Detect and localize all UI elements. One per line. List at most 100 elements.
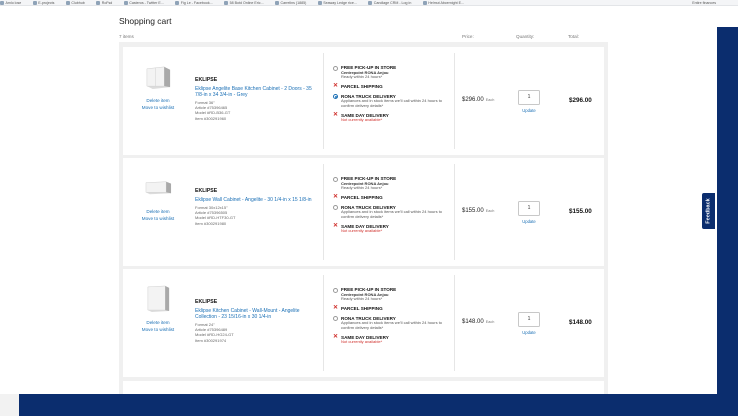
pickup-option[interactable]: FREE PICK-UP IN STORE Centrepoint RONA A…: [331, 176, 456, 191]
quantity-column-header: Quantity:: [516, 34, 535, 39]
bookmark-icon: [175, 1, 180, 5]
bookmark-folder-other[interactable]: Entire finances: [692, 0, 716, 5]
bookmark[interactable]: Clubhub: [65, 0, 85, 5]
parcel-title: PARCEL SHIPPING: [341, 195, 383, 201]
delete-item-link[interactable]: Delete item: [133, 97, 183, 104]
right-frame: [717, 27, 738, 416]
product-name-link[interactable]: Eklipse Kitchen Cabinet - Wall-Mount - A…: [195, 308, 317, 320]
quantity-input[interactable]: 1: [518, 90, 540, 105]
bookmark[interactable]: RoFsd: [96, 0, 112, 5]
feedback-tab[interactable]: Feedback: [702, 193, 715, 229]
bottom-frame: [19, 394, 738, 416]
unavailable-x-icon: ✕: [333, 83, 339, 90]
product-name-link[interactable]: Eklipse Angelite Base Kitchen Cabinet - …: [195, 86, 317, 98]
bookmark[interactable]: Helmut Abcernight E...: [422, 0, 464, 5]
wall-mount-cabinet-image[interactable]: [145, 285, 172, 312]
items-count: 7 items: [119, 34, 134, 39]
parcel-option: ✕ PARCEL SHIPPING: [331, 194, 456, 201]
bookmark-icon: [368, 1, 373, 5]
product-item-number: Item #300291960: [195, 115, 227, 121]
pickup-radio[interactable]: [333, 287, 338, 293]
product-item-number: Item #300291980: [195, 220, 227, 226]
truck-delivery-option[interactable]: RONA TRUCK DELIVERY Appliances and in st…: [331, 94, 456, 109]
move-to-wishlist-link[interactable]: Move to wishlist: [133, 104, 183, 111]
bookmark[interactable]: Amlo lose: [0, 0, 21, 5]
bookmark-icon: [224, 1, 229, 5]
truck-delivery-radio[interactable]: [333, 94, 338, 100]
line-total: $155.00: [569, 208, 592, 215]
pickup-option[interactable]: FREE PICK-UP IN STORE Centrepoint RONA A…: [331, 65, 456, 80]
move-to-wishlist-link[interactable]: Move to wishlist: [133, 215, 183, 222]
truck-delivery-option[interactable]: RONA TRUCK DELIVERY Appliances and in st…: [331, 316, 456, 331]
cart-item-partial: [123, 381, 604, 394]
bookmark-icon: [0, 1, 4, 5]
same-day-option: ✕ SAME DAY DELIVERY Not currently availa…: [331, 334, 456, 345]
unavailable-x-icon: ✕: [333, 194, 339, 201]
cart-item: Delete item Move to wishlist EKLIPSE Ekl…: [123, 47, 604, 155]
bookmark-icon: [32, 1, 37, 5]
bookmark[interactable]: Carrelins (1885): [275, 0, 306, 5]
bookmark[interactable]: E-projects: [32, 0, 54, 5]
product-item-number: Item #300291974: [195, 337, 227, 343]
parcel-option: ✕ PARCEL SHIPPING: [331, 305, 456, 312]
bookmark-icon: [65, 1, 70, 5]
update-quantity-link[interactable]: Update: [518, 108, 540, 113]
bookmark[interactable]: 58 Botd Online Eric...: [224, 0, 264, 5]
pickup-radio[interactable]: [333, 65, 338, 71]
unit-price: $148.00 Each: [462, 319, 495, 325]
bookmark-icon: [123, 1, 128, 5]
unavailable-x-icon: ✕: [333, 305, 339, 312]
delivery-options: FREE PICK-UP IN STORE Centrepoint RONA A…: [331, 65, 456, 127]
truck-description: Appliances and in stock items we'll call…: [341, 320, 443, 330]
divider: [454, 275, 455, 371]
same-day-option: ✕ SAME DAY DELIVERY Not currently availa…: [331, 222, 456, 234]
wall-cabinet-image[interactable]: [145, 174, 172, 201]
feedback-label: Feedback: [705, 198, 712, 224]
unit-price: $155.00 Each: [462, 208, 495, 214]
product-brand: EKLIPSE: [195, 188, 218, 194]
base-cabinet-image[interactable]: [145, 63, 172, 90]
same-day-status: Not currently available*: [341, 228, 383, 234]
price-column-header: Price:: [462, 34, 474, 39]
pickup-radio[interactable]: [333, 176, 338, 182]
bookmark[interactable]: Casteros - Twitter E...: [123, 0, 164, 5]
bookmark-icon: [317, 1, 322, 5]
cart-item: Delete item Move to wishlist EKLIPSE Ekl…: [123, 158, 604, 266]
truck-delivery-option[interactable]: RONA TRUCK DELIVERY Appliances and in st…: [331, 205, 456, 220]
delete-item-link[interactable]: Delete item: [133, 319, 183, 326]
same-day-status: Not currently available*: [341, 339, 383, 345]
pickup-ready: Ready within 24 hours*: [341, 185, 383, 191]
bookmark[interactable]: Candlage CRM - Log in: [368, 0, 411, 5]
page-title: Shopping cart: [119, 16, 172, 26]
truck-delivery-radio[interactable]: [333, 205, 338, 211]
delete-item-link[interactable]: Delete item: [133, 208, 183, 215]
bookmark-icon: [275, 1, 280, 5]
unit-price: $296.00 Each: [462, 97, 495, 103]
delivery-options: FREE PICK-UP IN STORE Centrepoint RONA A…: [331, 176, 456, 238]
bookmark[interactable]: Fig Le - Facebook...: [175, 0, 213, 5]
line-total: $296.00: [569, 97, 592, 104]
unavailable-x-icon: ✕: [333, 222, 339, 229]
quantity-input[interactable]: 1: [518, 312, 540, 327]
bookmark[interactable]: Seaway Ledge rice...: [317, 0, 357, 5]
truck-description: Appliances and in stock items we'll call…: [341, 209, 443, 219]
parcel-title: PARCEL SHIPPING: [341, 306, 383, 312]
parcel-title: PARCEL SHIPPING: [341, 84, 383, 90]
pickup-ready: Ready within 24 hours*: [341, 296, 383, 302]
divider: [454, 53, 455, 149]
product-brand: EKLIPSE: [195, 77, 218, 83]
same-day-option: ✕ SAME DAY DELIVERY Not currently availa…: [331, 112, 456, 123]
product-brand: EKLIPSE: [195, 299, 218, 305]
divider: [323, 164, 324, 260]
update-quantity-link[interactable]: Update: [518, 330, 540, 335]
quantity-input[interactable]: 1: [518, 201, 540, 216]
product-name-link[interactable]: Eklipse Wall Cabinet - Angelite - 30 1/4…: [195, 197, 317, 203]
update-quantity-link[interactable]: Update: [518, 219, 540, 224]
line-total: $148.00: [569, 319, 592, 326]
truck-delivery-radio[interactable]: [333, 316, 338, 322]
pickup-option[interactable]: FREE PICK-UP IN STORE Centrepoint RONA A…: [331, 287, 456, 302]
bookmarks-bar: Amlo lose E-projects Clubhub RoFsd Caste…: [0, 0, 738, 6]
delivery-options: FREE PICK-UP IN STORE Centrepoint RONA A…: [331, 287, 456, 349]
move-to-wishlist-link[interactable]: Move to wishlist: [133, 326, 183, 333]
truck-description: Appliances and in stock items we'll call…: [341, 98, 443, 108]
